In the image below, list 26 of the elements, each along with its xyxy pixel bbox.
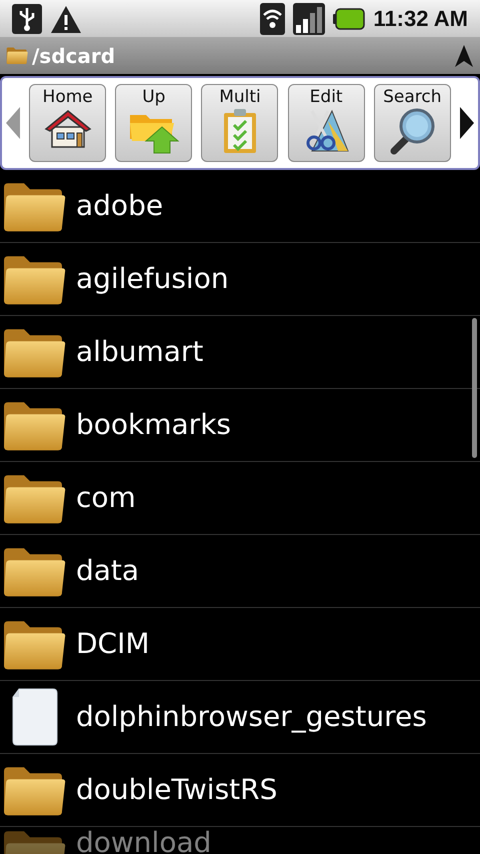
file-row[interactable]: bookmarks bbox=[0, 389, 480, 462]
usb-icon bbox=[12, 4, 42, 34]
file-row[interactable]: albumart bbox=[0, 316, 480, 389]
file-row[interactable]: adobe bbox=[0, 170, 480, 243]
file-row[interactable]: dolphinbrowser_gestures bbox=[0, 681, 480, 754]
current-path: /sdcard bbox=[32, 42, 116, 70]
warning-icon bbox=[50, 4, 82, 34]
file-row[interactable]: DCIM bbox=[0, 608, 480, 681]
toolbar-button[interactable]: Up bbox=[115, 84, 192, 162]
file-row[interactable]: com bbox=[0, 462, 480, 535]
file-row[interactable]: data bbox=[0, 535, 480, 608]
toolbar-button[interactable]: Multi bbox=[201, 84, 278, 162]
folder-icon bbox=[6, 46, 28, 65]
file-row[interactable]: agilefusion bbox=[0, 243, 480, 316]
search-icon bbox=[388, 107, 436, 155]
scroll-right-icon[interactable] bbox=[460, 107, 474, 139]
battery-icon bbox=[333, 8, 366, 30]
wifi-icon bbox=[260, 2, 286, 34]
signal-icon bbox=[293, 2, 326, 34]
up-arrow-icon[interactable] bbox=[454, 44, 474, 68]
file-row[interactable]: doubleTwistRS bbox=[0, 754, 480, 827]
scroll-left-icon[interactable] bbox=[6, 107, 20, 139]
status-time: 11:32 AM bbox=[373, 5, 468, 33]
toolbar-button[interactable]: Search bbox=[374, 84, 451, 162]
toolbar-button[interactable]: Home bbox=[29, 84, 106, 162]
toolbar-button[interactable]: Edit bbox=[288, 84, 365, 162]
